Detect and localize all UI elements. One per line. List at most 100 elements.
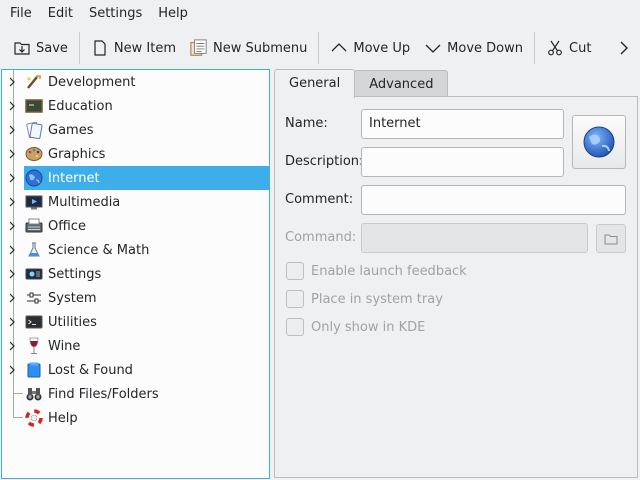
tree-item-games[interactable]: Games: [2, 118, 269, 142]
expand-arrow-icon[interactable]: [7, 317, 17, 327]
tree-item-science-math[interactable]: Science & Math: [2, 238, 269, 262]
tree-item-graphics[interactable]: Graphics: [2, 142, 269, 166]
tree-item-label: Find Files/Folders: [48, 386, 159, 402]
browse-button[interactable]: [596, 224, 626, 253]
name-field[interactable]: Internet: [361, 109, 564, 139]
expand-arrow-icon[interactable]: [7, 221, 17, 231]
tree-item-label: Science & Math: [48, 242, 150, 258]
tree-item-label: Utilities: [48, 314, 97, 330]
tree-item-system[interactable]: System: [2, 286, 269, 310]
tab-general[interactable]: General: [274, 69, 356, 98]
toolbar: Save New Item New Submenu Move Up Move D…: [0, 30, 640, 66]
folder-icon: [604, 234, 618, 244]
new-submenu-icon: [190, 39, 208, 57]
expand-arrow-icon[interactable]: [7, 77, 17, 87]
menu-tree[interactable]: Development Education Games Graphics Int…: [1, 69, 270, 479]
system-tray-checkbox[interactable]: [286, 290, 304, 308]
tree-item-education[interactable]: Education: [2, 94, 269, 118]
launch-feedback-checkbox-row[interactable]: Enable launch feedback: [286, 261, 467, 281]
menu-bar: File Edit Settings Help: [0, 0, 640, 28]
expand-arrow-icon[interactable]: [7, 269, 17, 279]
cut-button[interactable]: Cut: [539, 33, 598, 63]
tree-item-label: Lost & Found: [48, 362, 133, 378]
tree-item-label: Help: [48, 410, 78, 426]
tree-item-lost-found[interactable]: Lost & Found: [2, 358, 269, 382]
name-label: Name:: [285, 116, 328, 131]
tree-item-label: Games: [48, 122, 94, 138]
command-label: Command:: [285, 230, 357, 245]
description-field[interactable]: [361, 147, 564, 177]
command-field[interactable]: [361, 223, 588, 253]
tree-item-label: Office: [48, 218, 86, 234]
education-icon: [25, 97, 43, 115]
tree-item-label: Settings: [48, 266, 102, 282]
tree-item-utilities[interactable]: Utilities: [2, 310, 269, 334]
kde-only-label: Only show in KDE: [311, 319, 426, 335]
toolbar-separator: [78, 32, 80, 64]
settings-icon: [25, 265, 43, 283]
toolbar-overflow-button[interactable]: [616, 36, 632, 60]
graphics-icon: [25, 145, 43, 163]
games-icon: [25, 121, 43, 139]
save-button[interactable]: Save: [6, 33, 75, 63]
tree-item-label: Graphics: [48, 146, 106, 162]
chevron-right-icon: [620, 41, 628, 55]
expand-arrow-icon[interactable]: [7, 365, 17, 375]
menu-settings[interactable]: Settings: [83, 3, 148, 25]
tab-advanced[interactable]: Advanced: [354, 70, 449, 97]
move-up-button[interactable]: Move Up: [323, 33, 417, 63]
save-label: Save: [36, 40, 68, 56]
scissors-icon: [546, 39, 564, 57]
development-icon: [25, 73, 43, 91]
internet-icon: [25, 169, 43, 187]
tree-item-label: System: [48, 290, 97, 306]
tree-item-development[interactable]: Development: [2, 70, 269, 94]
tree-item-settings[interactable]: Settings: [2, 262, 269, 286]
expand-arrow-icon[interactable]: [7, 293, 17, 303]
launch-feedback-checkbox[interactable]: [286, 262, 304, 280]
toolbar-separator: [318, 32, 320, 64]
tree-item-internet[interactable]: Internet: [2, 166, 269, 190]
move-down-label: Move Down: [447, 40, 523, 56]
science-icon: [25, 241, 43, 259]
expand-arrow-icon[interactable]: [7, 173, 17, 183]
comment-label: Comment:: [285, 192, 354, 207]
expand-arrow-icon[interactable]: [7, 341, 17, 351]
tree-item-find-files[interactable]: Find Files/Folders: [2, 382, 269, 406]
utilities-icon: [25, 313, 43, 331]
new-item-icon: [91, 39, 109, 57]
menu-help[interactable]: Help: [152, 3, 194, 25]
expand-arrow-icon[interactable]: [7, 101, 17, 111]
expand-arrow-icon[interactable]: [7, 197, 17, 207]
globe-icon: [583, 126, 615, 158]
launch-feedback-label: Enable launch feedback: [311, 263, 467, 279]
save-icon: [13, 39, 31, 57]
tree-item-multimedia[interactable]: Multimedia: [2, 190, 269, 214]
tree-item-wine[interactable]: Wine: [2, 334, 269, 358]
description-label: Description:: [285, 154, 364, 169]
kde-only-checkbox[interactable]: [286, 318, 304, 336]
item-icon-button[interactable]: [572, 115, 626, 169]
menu-edit[interactable]: Edit: [42, 3, 79, 25]
expand-arrow-icon[interactable]: [7, 149, 17, 159]
system-tray-checkbox-row[interactable]: Place in system tray: [286, 289, 443, 309]
tree-item-label: Education: [48, 98, 113, 114]
new-submenu-button[interactable]: New Submenu: [183, 33, 314, 63]
menu-file[interactable]: File: [4, 3, 38, 25]
tab-bar: General Advanced: [274, 69, 449, 98]
multimedia-icon: [25, 193, 43, 211]
tree-item-help[interactable]: Help: [2, 406, 269, 430]
chevron-up-icon: [330, 39, 348, 57]
expand-arrow-icon[interactable]: [7, 245, 17, 255]
binoculars-icon: [25, 385, 43, 403]
system-icon: [25, 289, 43, 307]
move-up-label: Move Up: [353, 40, 411, 56]
expand-arrow-icon[interactable]: [7, 125, 17, 135]
move-down-button[interactable]: Move Down: [417, 33, 530, 63]
chevron-down-icon: [424, 39, 442, 57]
kde-only-checkbox-row[interactable]: Only show in KDE: [286, 317, 425, 337]
new-item-button[interactable]: New Item: [84, 33, 183, 63]
tree-item-office[interactable]: Office: [2, 214, 269, 238]
comment-field[interactable]: [361, 185, 626, 215]
cut-label: Cut: [569, 40, 592, 56]
